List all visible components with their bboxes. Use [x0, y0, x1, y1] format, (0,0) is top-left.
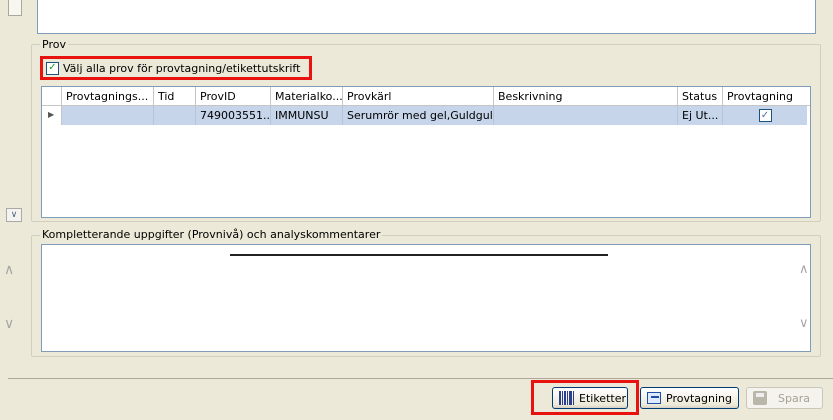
col-header-tid[interactable]: Tid: [154, 87, 196, 106]
chevron-down-icon: ∨: [10, 210, 18, 220]
provtagning-button[interactable]: Provtagning: [640, 387, 739, 409]
cell-beskrivning[interactable]: [494, 106, 678, 125]
grid-header: Provtagnings... Tid ProvID Materialko...…: [42, 87, 810, 106]
save-disk-icon: [753, 391, 767, 405]
etiketter-label: Etiketter: [579, 391, 626, 405]
cell-provid[interactable]: 749003551...: [196, 106, 271, 125]
col-header-provkarl[interactable]: Provkärl: [343, 87, 494, 106]
chevron-up-icon[interactable]: ∧: [799, 262, 809, 277]
col-header-provtagning[interactable]: Provtagning: [723, 87, 807, 106]
chevron-up-icon[interactable]: ∧: [4, 262, 20, 278]
cell-materialkod[interactable]: IMMUNSU: [271, 106, 343, 125]
etiketter-button[interactable]: Etiketter: [552, 387, 628, 409]
cell-provtagning[interactable]: ✓: [723, 106, 807, 125]
row-indicator-icon: ▶: [42, 106, 62, 125]
spara-button[interactable]: Spara: [746, 387, 823, 409]
comment-divider-line: [230, 254, 608, 256]
left-scrollbar-track[interactable]: [8, 0, 22, 16]
col-header-beskrivning[interactable]: Beskrivning: [494, 87, 678, 106]
spara-label: Spara: [778, 391, 810, 405]
provtagning-icon: [647, 392, 662, 404]
col-header-status[interactable]: Status: [678, 87, 723, 106]
cell-provtagnings[interactable]: [62, 106, 154, 125]
bottom-separator: [8, 378, 833, 379]
left-scroll-down-button[interactable]: ∨: [6, 208, 22, 222]
table-row[interactable]: ▶ 749003551... IMMUNSU Serumrör med gel,…: [42, 106, 810, 125]
barcode-icon: [559, 391, 574, 405]
prov-group-legend: Prov: [40, 38, 68, 51]
select-all-checkbox-row[interactable]: ✓ Välj alla prov för provtagning/etikett…: [40, 56, 312, 80]
select-all-checkbox[interactable]: ✓: [46, 61, 59, 75]
chevron-down-icon[interactable]: ∨: [4, 316, 20, 332]
col-header-provid[interactable]: ProvID: [196, 87, 271, 106]
col-header-provtagnings[interactable]: Provtagnings...: [62, 87, 154, 106]
comment-textarea[interactable]: [41, 244, 811, 352]
provtagning-checkbox[interactable]: ✓: [758, 109, 772, 122]
top-text-area[interactable]: [37, 0, 816, 34]
comment-group-legend: Kompletterande uppgifter (Provnivå) och …: [40, 228, 383, 241]
cell-provkarl[interactable]: Serumrör med gel,Guldgul ...: [343, 106, 494, 125]
prov-grid: Provtagnings... Tid ProvID Materialko...…: [41, 86, 811, 218]
cell-status[interactable]: Ej Ut...: [678, 106, 723, 125]
col-header-materialkod[interactable]: Materialko...: [271, 87, 343, 106]
provtagning-label: Provtagning: [666, 391, 732, 405]
select-all-label: Välj alla prov för provtagning/etikettut…: [63, 61, 301, 75]
comment-scrollbar[interactable]: [793, 245, 810, 351]
chevron-down-icon[interactable]: ∨: [799, 316, 809, 331]
row-header-corner: [42, 87, 62, 106]
cell-tid[interactable]: [154, 106, 196, 125]
